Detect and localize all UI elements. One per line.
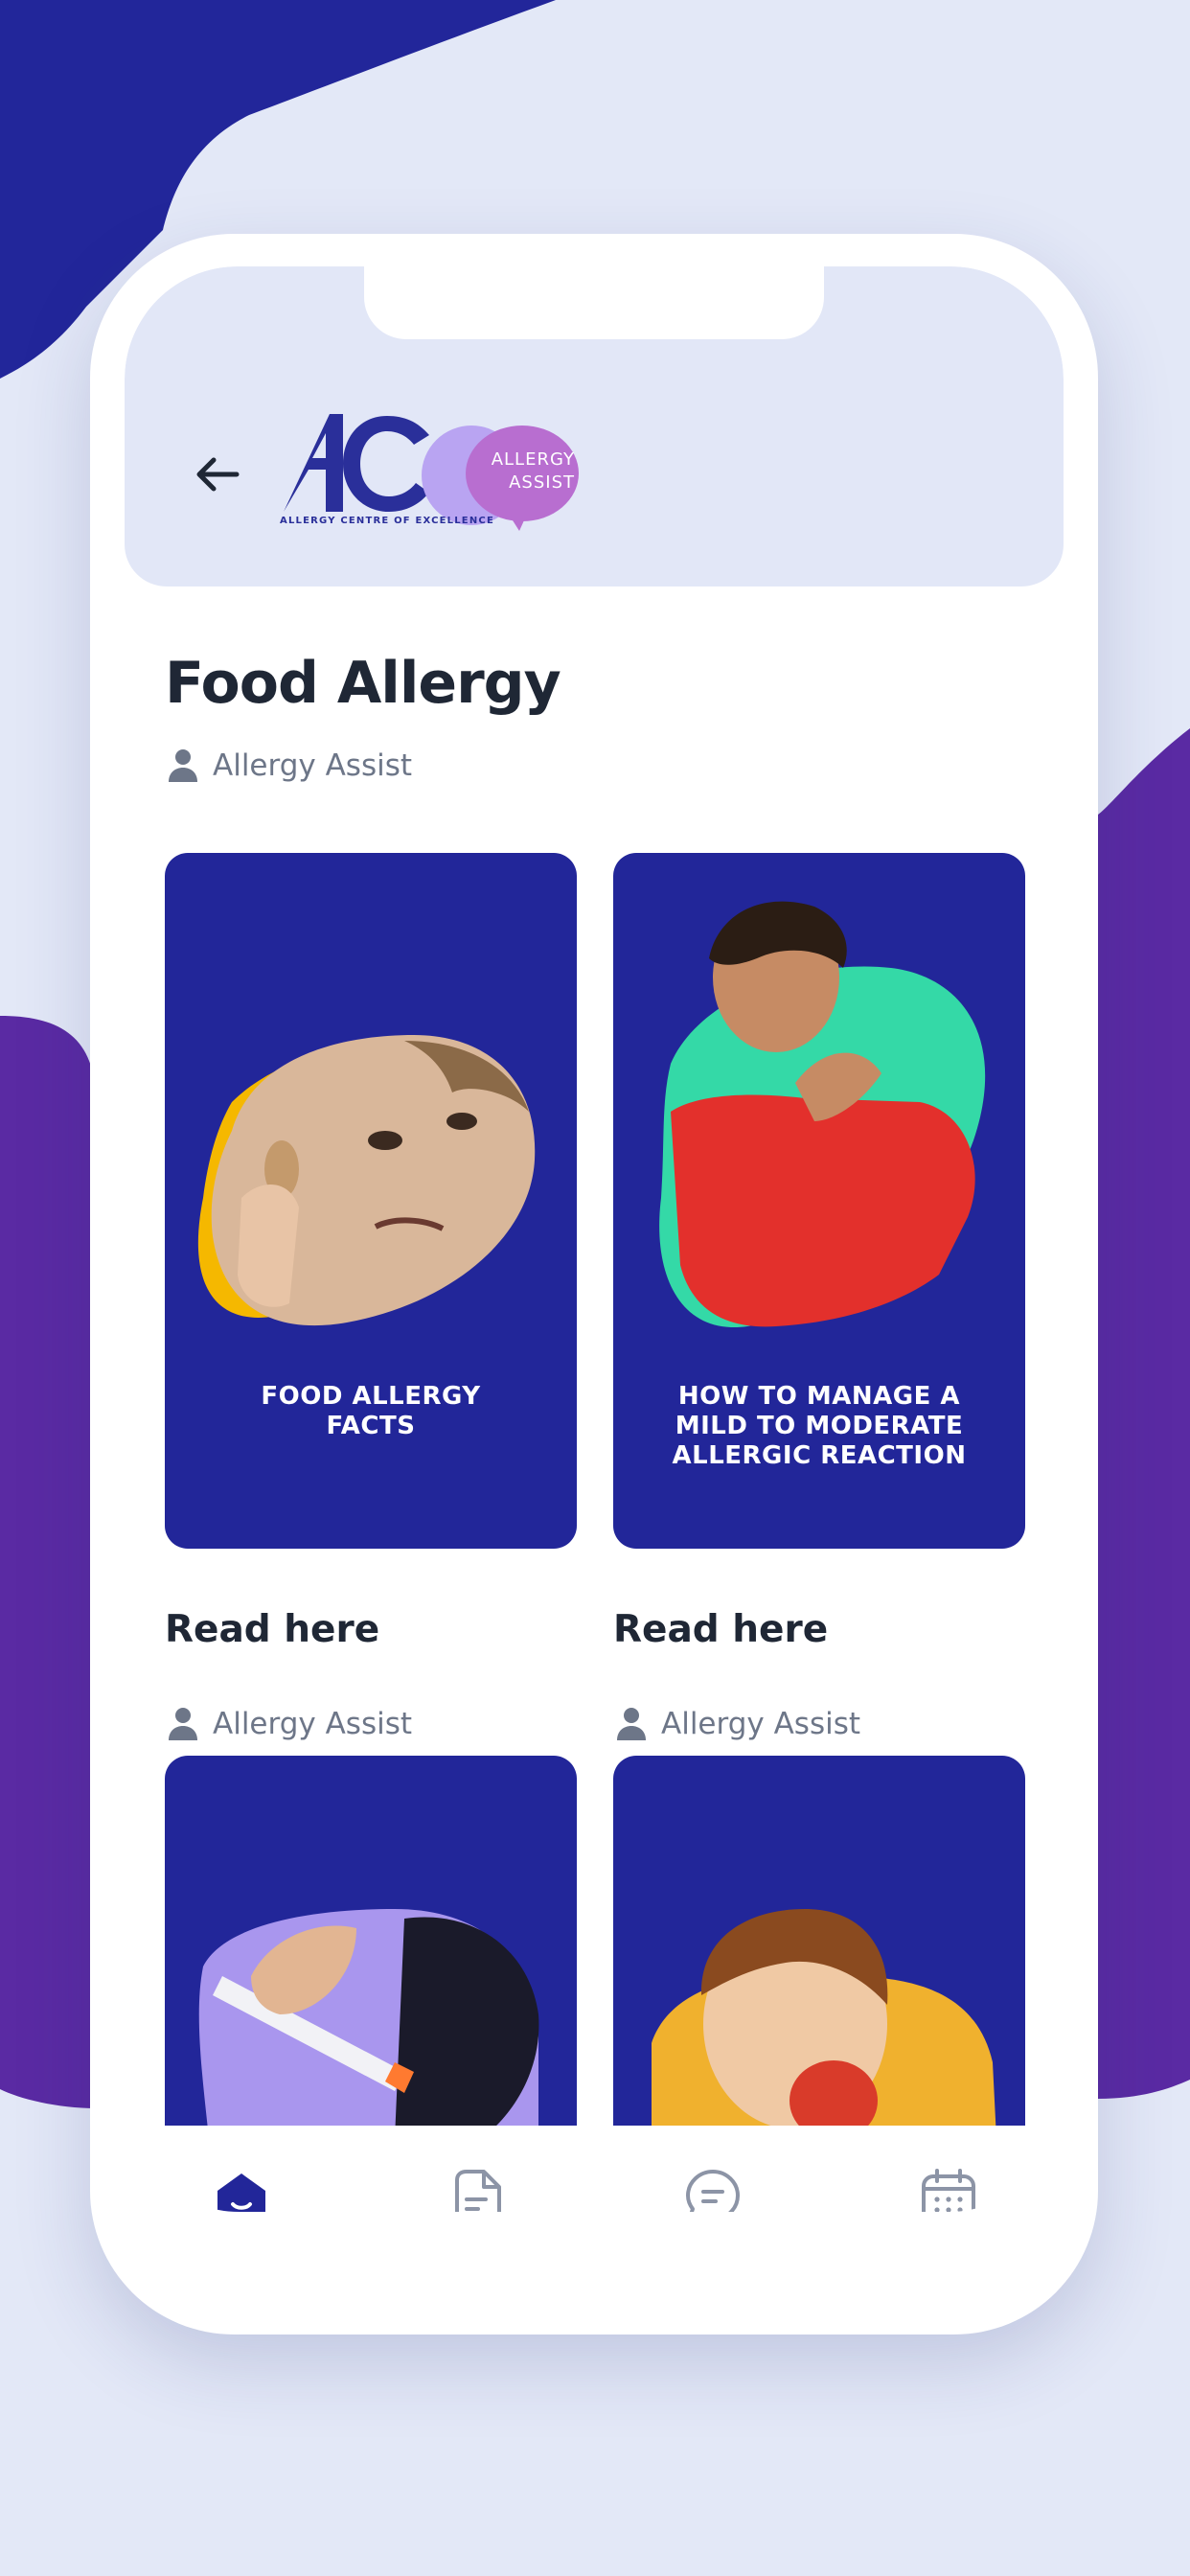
arrow-left-icon <box>196 457 240 492</box>
tab-calendar[interactable] <box>920 2168 977 2212</box>
article-card-boy-eating-apple[interactable] <box>613 1756 1025 2126</box>
logo-mark <box>284 414 429 512</box>
card-author-name: Allergy Assist <box>213 1707 413 1741</box>
brand-logo: ALLERGY ASSIST ALLERGY CENTRE OF EXCELLE… <box>278 408 584 542</box>
boy-eating-apple-illustration <box>652 1909 996 2126</box>
tab-messages[interactable] <box>684 2168 742 2212</box>
document-icon <box>455 2170 501 2212</box>
card-author: Allergy Assist <box>615 1706 860 1742</box>
card-title-link[interactable]: Read here <box>165 1608 379 1651</box>
tab-documents[interactable] <box>448 2168 506 2212</box>
page-author: Allergy Assist <box>167 748 412 784</box>
logo-bubble-line2: ASSIST <box>509 472 575 493</box>
page-author-name: Allergy Assist <box>213 748 413 783</box>
back-button[interactable] <box>182 439 253 510</box>
logo-bubble-line1: ALLERGY <box>491 449 575 470</box>
logo-subtitle: ALLERGY CENTRE OF EXCELLENCE <box>280 516 494 526</box>
logo-bubble-text: ALLERGY ASSIST <box>431 448 575 494</box>
card-title-link[interactable]: Read here <box>613 1608 828 1651</box>
page-title: Food Allergy <box>165 650 561 717</box>
tab-home[interactable] <box>213 2168 270 2212</box>
logo-bubble-tail <box>506 510 529 531</box>
card-author-name: Allergy Assist <box>661 1707 861 1741</box>
user-icon <box>169 749 197 782</box>
home-icon <box>217 2174 265 2212</box>
app-screen: ALLERGY ASSIST ALLERGY CENTRE OF EXCELLE… <box>125 266 1064 2212</box>
phone-frame: ALLERGY ASSIST ALLERGY CENTRE OF EXCELLE… <box>90 234 1098 2334</box>
card-author: Allergy Assist <box>167 1706 412 1742</box>
article-card-auto-injector[interactable] <box>165 1756 577 2126</box>
article-card-food-allergy-facts[interactable]: FOOD ALLERGY FACTS <box>165 853 577 1549</box>
calendar-icon <box>922 2169 975 2212</box>
girl-eating-peanut-illustration <box>197 1035 536 1326</box>
auto-injector-illustration <box>198 1909 539 2126</box>
phone-notch <box>364 266 824 339</box>
user-icon <box>169 1708 197 1740</box>
card-caption: HOW TO MANAGE A MILD TO MODERATE ALLERGI… <box>672 1382 967 1470</box>
card-caption: FOOD ALLERGY FACTS <box>261 1382 481 1440</box>
user-icon <box>617 1708 646 1740</box>
chat-icon <box>686 2170 740 2212</box>
bottom-tab-bar <box>125 2160 1064 2212</box>
article-card-mild-allergic-reaction[interactable]: HOW TO MANAGE A MILD TO MODERATE ALLERGI… <box>613 853 1025 1549</box>
